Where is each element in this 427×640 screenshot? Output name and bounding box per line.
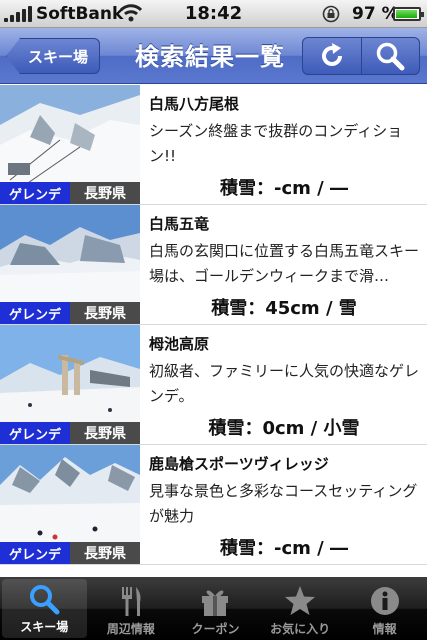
gift-icon: [202, 590, 229, 616]
resort-description: 初級者、ファミリーに人気の快適なゲレンデ。: [149, 362, 420, 405]
resort-name: 栂池高原: [149, 335, 210, 353]
prefecture-tag: 長野県: [70, 542, 140, 564]
tab-nearby-info[interactable]: 周辺情報: [89, 577, 174, 640]
resort-photo: ゲレンデ 長野県: [0, 85, 140, 204]
rotation-lock-icon: [322, 5, 340, 23]
nav-button-group: [302, 37, 420, 75]
prefecture-tag: 長野県: [70, 182, 140, 204]
resort-description: シーズン終盤まで抜群のコンディション!!: [149, 122, 403, 165]
genre-tag: ゲレンデ: [0, 422, 70, 444]
fork-knife-icon: [121, 587, 141, 616]
resort-photo: ゲレンデ 長野県: [0, 445, 140, 564]
refresh-icon: [321, 43, 342, 66]
genre-tag: ゲレンデ: [0, 542, 70, 564]
prefecture-tag: 長野県: [70, 422, 140, 444]
resort-photo: ゲレンデ 長野県: [0, 325, 140, 444]
result-list: ゲレンデ 長野県 白馬八方尾根 シーズン終盤まで抜群のコンディション!! 積雪：…: [0, 85, 427, 577]
list-item[interactable]: ゲレンデ 長野県 白馬八方尾根 シーズン終盤まで抜群のコンディション!! 積雪：…: [0, 85, 427, 205]
tab-bar: スキー場 周辺情報 クーポン お気に入り 情報: [0, 577, 427, 640]
tab-label: 周辺情報: [106, 622, 155, 636]
tab-label: クーポン: [191, 622, 240, 636]
resort-name: 白馬八方尾根: [149, 95, 240, 113]
snow-info: 積雪：0cm / 小雪: [208, 418, 360, 439]
star-icon: [285, 586, 316, 615]
list-item[interactable]: ゲレンデ 長野県 白馬五竜 白馬の玄関口に位置する白馬五竜スキー場は、ゴールデン…: [0, 205, 427, 325]
resort-photo: ゲレンデ 長野県: [0, 205, 140, 324]
resort-name: 鹿島槍スポーツヴィレッジ: [149, 455, 329, 473]
resort-description: 白馬の玄関口に位置する白馬五竜スキー場は、ゴールデンウィークまで滑…: [149, 242, 420, 285]
navigation-bar: スキー場 検索結果一覧: [0, 28, 427, 84]
tab-label: お気に入り: [270, 622, 331, 636]
search-icon: [377, 42, 405, 71]
info-icon: [370, 587, 399, 615]
genre-tag: ゲレンデ: [0, 182, 70, 204]
tab-favorites[interactable]: お気に入り: [258, 577, 343, 640]
battery-icon: [393, 7, 424, 21]
list-item[interactable]: ゲレンデ 長野県 栂池高原 初級者、ファミリーに人気の快適なゲレンデ。 積雪：0…: [0, 325, 427, 445]
resort-description: 見事な景色と多彩なコースセッティングが魅力: [149, 482, 418, 525]
tab-label: 情報: [372, 622, 397, 636]
tab-info[interactable]: 情報: [342, 577, 427, 640]
snow-info: 積雪：-cm / ―: [219, 178, 348, 199]
snow-info: 積雪：45cm / 雪: [211, 298, 357, 319]
battery-fill: [396, 10, 418, 18]
resort-name: 白馬五竜: [149, 215, 210, 233]
tab-ski-resorts[interactable]: スキー場: [2, 579, 87, 638]
tab-coupons[interactable]: クーポン: [173, 577, 258, 640]
back-button[interactable]: スキー場: [6, 38, 100, 74]
list-item[interactable]: ゲレンデ 長野県 鹿島槍スポーツヴィレッジ 見事な景色と多彩なコースセッティング…: [0, 445, 427, 565]
status-bar: SoftBank 18:42 97 %: [0, 0, 427, 28]
battery-percentage: 97 %: [352, 4, 399, 24]
search-icon: [30, 585, 60, 615]
refresh-button[interactable]: [303, 38, 361, 74]
snow-info: 積雪：-cm / ―: [219, 538, 348, 559]
tab-label: スキー場: [20, 620, 69, 634]
page-title: 検索結果一覧: [135, 43, 285, 71]
prefecture-tag: 長野県: [70, 302, 140, 324]
genre-tag: ゲレンデ: [0, 302, 70, 324]
search-button[interactable]: [360, 38, 420, 74]
